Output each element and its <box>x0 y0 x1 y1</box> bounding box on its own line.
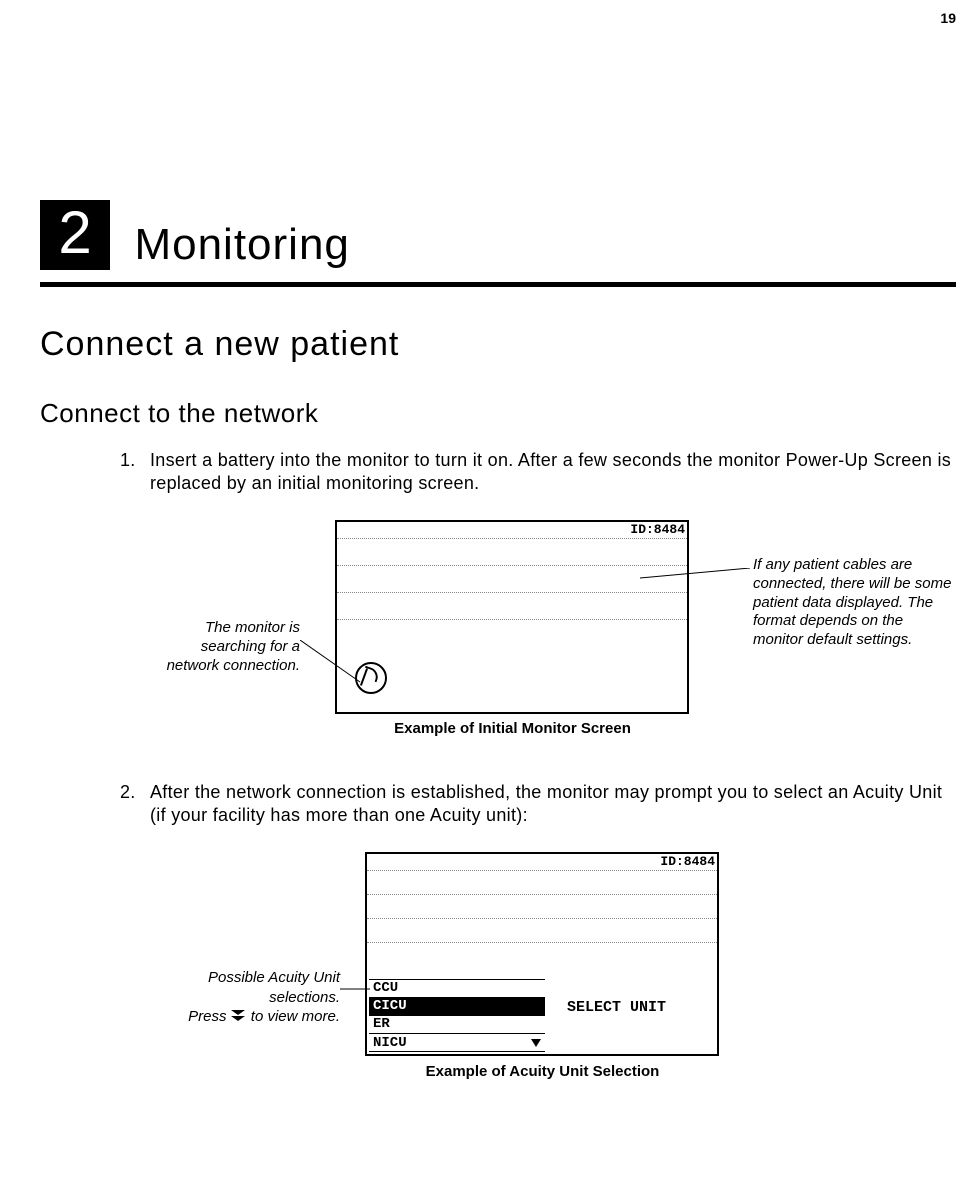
figure-unit-selection: ID:8484 SELECT UNIT CCU CICU ER NICU <box>365 852 720 1057</box>
chapter-title: Monitoring <box>134 220 349 270</box>
callout-network-searching: The monitor is searching for a network c… <box>160 619 300 675</box>
step-text: After the network connection is establis… <box>150 782 942 825</box>
unit-option-cicu[interactable]: CICU <box>369 997 545 1015</box>
unit-label: NICU <box>373 1035 407 1051</box>
figure-caption: Example of Acuity Unit Selection <box>365 1063 720 1080</box>
select-unit-label: SELECT UNIT <box>567 999 666 1016</box>
unit-option-nicu[interactable]: NICU <box>369 1033 545 1052</box>
id-label: ID:8484 <box>628 522 687 537</box>
step-1: 1. Insert a battery into the monitor to … <box>150 449 956 496</box>
chapter-header: 2 Monitoring <box>40 200 956 270</box>
chevron-down-icon[interactable] <box>531 1039 541 1047</box>
unit-option-ccu[interactable]: CCU <box>369 979 545 997</box>
monitor-screen: ID:8484 <box>335 520 689 714</box>
callout-unit-selections: Possible Acuity Unit selections. Press t… <box>135 968 340 1027</box>
callout-line1: Possible Acuity Unit selections. <box>208 969 340 1006</box>
step-number: 1. <box>120 449 136 472</box>
monitor-screen: ID:8484 SELECT UNIT CCU CICU ER NICU <box>365 852 719 1056</box>
callout-patient-data: If any patient cables are connected, the… <box>753 556 953 650</box>
double-down-icon <box>231 1010 247 1022</box>
unit-list: CCU CICU ER NICU <box>369 979 545 1052</box>
divider <box>40 282 956 287</box>
callout-line2a: Press <box>188 1008 226 1025</box>
network-searching-icon <box>355 662 387 694</box>
figure-caption: Example of Initial Monitor Screen <box>335 720 690 737</box>
step-2: 2. After the network connection is estab… <box>150 781 956 828</box>
step-number: 2. <box>120 781 136 804</box>
id-label: ID:8484 <box>658 854 717 869</box>
unit-option-er[interactable]: ER <box>369 1015 545 1033</box>
page-number: 19 <box>940 10 956 26</box>
section-title: Connect a new patient <box>40 325 399 364</box>
figure-initial-screen: ID:8484 <box>335 520 690 720</box>
callout-line2b: to view more. <box>251 1008 340 1025</box>
step-text: Insert a battery into the monitor to tur… <box>150 450 951 493</box>
chapter-number-badge: 2 <box>40 200 110 270</box>
subsection-title: Connect to the network <box>40 398 318 429</box>
